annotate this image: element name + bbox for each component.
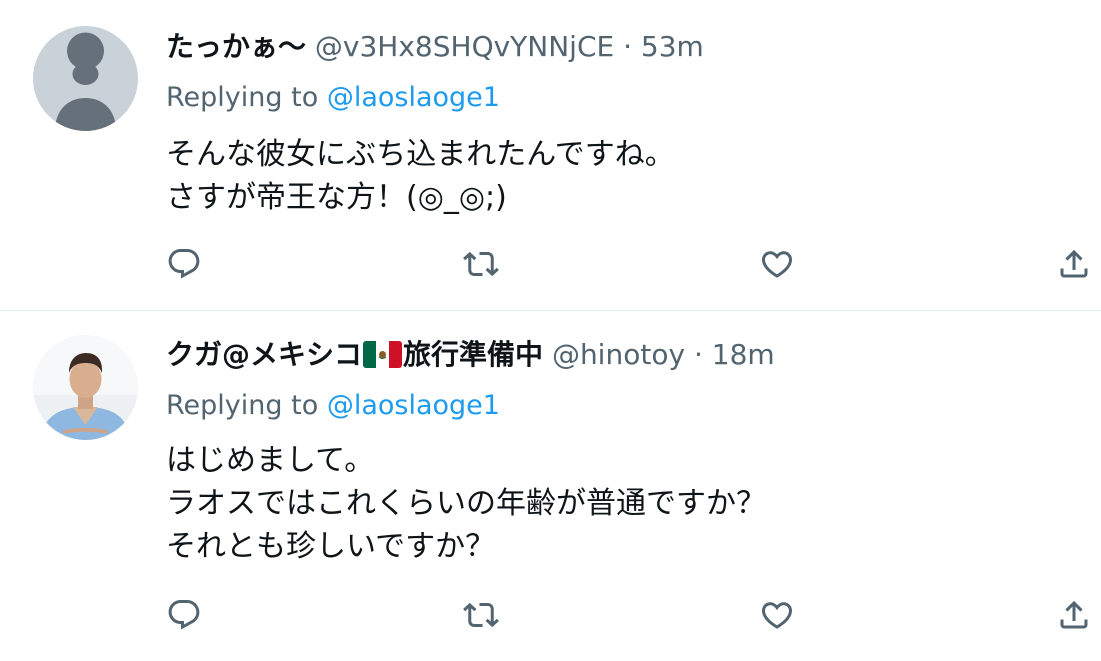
like-button[interactable] — [755, 242, 799, 286]
retweet-icon — [463, 246, 499, 282]
like-button[interactable] — [755, 593, 799, 637]
share-icon — [1056, 246, 1092, 282]
timestamp[interactable]: 53m — [641, 30, 704, 63]
default-avatar-icon — [33, 26, 138, 131]
retweet-icon — [463, 597, 499, 633]
tweet-actions — [0, 593, 1101, 637]
replying-to-label: Replying to — [166, 390, 319, 421]
replying-to-label: Replying to — [166, 82, 319, 113]
mention-link[interactable]: @laoslaoge1 — [327, 82, 500, 113]
tweet-header: たっかぁ〜 @v3Hx8SHQvYNNjCE · 53m — [166, 29, 704, 65]
profile-photo-icon — [33, 335, 138, 440]
separator-dot: · — [693, 338, 703, 371]
replying-to: Replying to @laoslaoge1 — [166, 80, 500, 116]
reply-icon — [166, 246, 202, 282]
retweet-button[interactable] — [459, 593, 503, 637]
tweet[interactable]: クガ@メキシコ 旅行準備中 @hinotoy · 18m Replying to … — [0, 311, 1101, 661]
share-icon — [1056, 597, 1092, 633]
tweet-actions — [0, 242, 1101, 286]
user-handle[interactable]: @v3Hx8SHQvYNNjCE — [315, 30, 614, 63]
share-button[interactable] — [1052, 242, 1096, 286]
tweet-text-line: はじめまして。 — [166, 443, 375, 478]
tweet-text-line: それとも珍しいですか？ — [166, 529, 496, 564]
tweet[interactable]: たっかぁ〜 @v3Hx8SHQvYNNjCE · 53m Replying to… — [0, 0, 1101, 311]
like-icon — [759, 597, 795, 633]
mention-link[interactable]: @laoslaoge1 — [327, 390, 500, 421]
tweet-text-line: ラオスではこれくらいの年齢が普通ですか？ — [166, 486, 766, 521]
like-icon — [759, 246, 795, 282]
display-name[interactable]: クガ@メキシコ 旅行準備中 — [166, 338, 543, 371]
tweet-text-line: そんな彼女にぶち込まれたんですね。 — [166, 137, 675, 172]
reply-button[interactable] — [162, 242, 206, 286]
user-handle[interactable]: @hinotoy — [552, 338, 685, 371]
mexico-flag-icon — [363, 341, 403, 368]
display-name[interactable]: たっかぁ〜 — [166, 30, 306, 63]
share-button[interactable] — [1052, 593, 1096, 637]
display-name-part: クガ@メキシコ — [166, 338, 363, 371]
replying-to: Replying to @laoslaoge1 — [166, 388, 500, 424]
display-name-part: 旅行準備中 — [403, 338, 544, 371]
retweet-button[interactable] — [459, 242, 503, 286]
man-light-blue-shirt-photo-avatar[interactable] — [33, 335, 138, 440]
default-profile-avatar[interactable] — [33, 26, 138, 131]
tweet-text: はじめまして。 ラオスではこれくらいの年齢が普通ですか？ それとも珍しいですか？ — [166, 439, 766, 568]
tweet-text-line: さすが帝王な方！(◎_◎;) — [166, 180, 507, 215]
timestamp[interactable]: 18m — [712, 338, 775, 371]
tweet-header: クガ@メキシコ 旅行準備中 @hinotoy · 18m — [166, 337, 775, 373]
separator-dot: · — [623, 30, 633, 63]
reply-icon — [166, 597, 202, 633]
reply-button[interactable] — [162, 593, 206, 637]
tweet-text: そんな彼女にぶち込まれたんですね。 さすが帝王な方！(◎_◎;) — [166, 133, 675, 219]
